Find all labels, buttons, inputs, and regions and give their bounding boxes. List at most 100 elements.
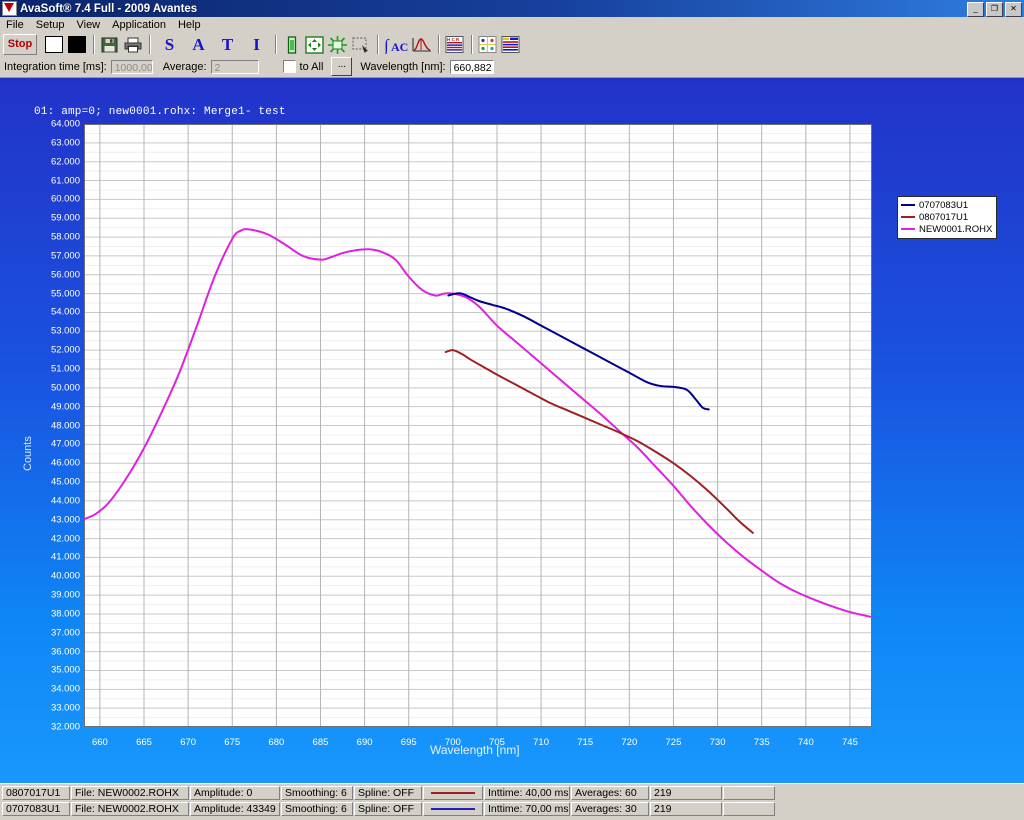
legend-label: 0807017U1: [919, 211, 969, 223]
title-bar: AvaSoft® 7.4 Full - 2009 Avantes _ ❐ ✕: [0, 0, 1024, 17]
wavelength-input[interactable]: 660,882: [449, 59, 494, 74]
y-tick-label: 42.000: [50, 533, 80, 545]
legend-item: 0707083U1: [901, 199, 992, 211]
x-tick-label: 675: [224, 737, 241, 748]
floppy-disk-icon: [101, 37, 118, 52]
status-id: 0807017U1: [2, 786, 70, 800]
menu-item-help[interactable]: Help: [172, 18, 207, 32]
menu-item-file[interactable]: File: [0, 18, 30, 32]
letter-t-icon: T: [221, 35, 234, 54]
y-tick-label: 38.000: [50, 608, 80, 620]
hcr-table-icon: H C R: [445, 36, 464, 53]
status-spline: Spline: OFF: [354, 802, 422, 816]
y-tick-label: 59.000: [50, 212, 80, 224]
y-tick-label: 48.000: [50, 420, 80, 431]
x-tick-label: 715: [577, 737, 594, 748]
scope-mode-button[interactable]: S: [159, 35, 180, 55]
toolbar-separator: [471, 35, 473, 54]
legend-item: NEW0001.ROHX: [901, 223, 992, 235]
x-tick-label: 670: [180, 737, 197, 748]
stop-button[interactable]: Stop: [3, 34, 37, 55]
more-options-button[interactable]: ...: [331, 57, 353, 76]
y-tick-label: 36.000: [50, 646, 80, 658]
chromaticity-icon: [478, 36, 497, 53]
printer-icon: [124, 37, 141, 52]
letter-s-icon: S: [164, 35, 175, 54]
x-tick-label: 700: [444, 737, 461, 748]
x-tick-label: 725: [665, 737, 682, 748]
to-all-label: to All: [299, 60, 324, 73]
status-amplitude: Amplitude: 0: [190, 786, 280, 800]
y-tick-label: 51.000: [50, 363, 80, 375]
y-tick-label: 45.000: [50, 476, 80, 488]
plot-canvas[interactable]: [83, 123, 872, 728]
y-tick-label: 39.000: [50, 589, 80, 601]
status-grid: 0807017U1 File: NEW0002.ROHX Amplitude: …: [0, 783, 1024, 820]
legend-line-swatch: [901, 228, 915, 230]
status-count: 219: [650, 786, 722, 800]
dark-reference-button[interactable]: [66, 35, 87, 55]
vial-icon: [287, 35, 296, 54]
window-controls: _ ❐ ✕: [967, 2, 1022, 17]
white-reference-button[interactable]: [43, 35, 64, 55]
status-inttime: Inttime: 70,00 ms: [484, 802, 570, 816]
history-channel-button[interactable]: H C R: [444, 35, 465, 55]
close-button[interactable]: ✕: [1005, 2, 1022, 17]
y-tick-label: 57.000: [50, 250, 80, 262]
transmittance-mode-button[interactable]: T: [217, 35, 238, 55]
print-button[interactable]: [122, 35, 143, 55]
x-tick-label: 745: [842, 737, 858, 748]
strip-chart-button[interactable]: [281, 35, 302, 55]
x-axis-label: Wavelength [nm]: [430, 743, 520, 757]
multichannel-button[interactable]: [500, 35, 521, 55]
y-tick-label: 60.000: [50, 193, 80, 205]
menu-item-setup[interactable]: Setup: [30, 18, 71, 32]
integration-time-input[interactable]: 1000,00: [110, 59, 153, 74]
peak-analysis-button[interactable]: [411, 35, 432, 55]
irradiance-mode-button[interactable]: I: [246, 35, 267, 55]
multi-table-icon: [501, 36, 520, 53]
letter-a-icon: A: [192, 35, 205, 54]
y-tick-label: 40.000: [50, 570, 80, 582]
y-tick-label: 53.000: [50, 325, 80, 337]
four-arrows-icon: [305, 35, 324, 54]
table-row[interactable]: 0807017U1 File: NEW0002.ROHX Amplitude: …: [2, 786, 1024, 800]
integrate-button[interactable]: ∫ AC: [383, 35, 409, 55]
window-title: AvaSoft® 7.4 Full - 2009 Avantes: [20, 2, 198, 15]
to-all-checkbox[interactable]: [282, 60, 296, 73]
y-tick-label: 62.000: [50, 156, 80, 168]
legend-item: 0807017U1: [901, 211, 992, 223]
y-tick-label: 32.000: [50, 721, 80, 733]
y-tick-label: 49.000: [50, 401, 80, 413]
zoom-reset-button[interactable]: [327, 35, 348, 55]
y-tick-label: 61.000: [50, 175, 80, 187]
x-tick-label: 730: [709, 737, 726, 748]
color-measurement-button[interactable]: [477, 35, 498, 55]
y-tick-label: 56.000: [50, 269, 80, 281]
dashed-rectangle-icon: [352, 36, 368, 53]
autoscale-button[interactable]: [304, 35, 325, 55]
black-square-icon: [67, 36, 86, 53]
y-tick-label: 43.000: [50, 514, 80, 526]
y-tick-label: 64.000: [50, 118, 80, 130]
parameter-toolbar: Integration time [ms]: 1000,00 Average: …: [0, 56, 1024, 78]
table-row[interactable]: 0707083U1 File: NEW0002.ROHX Amplitude: …: [2, 802, 1024, 816]
y-tick-label: 55.000: [50, 288, 80, 300]
menu-item-application[interactable]: Application: [106, 18, 172, 32]
rubber-band-zoom-button[interactable]: [350, 35, 371, 55]
menu-item-view[interactable]: View: [70, 18, 106, 32]
minimize-button[interactable]: _: [967, 2, 984, 17]
x-tick-label: 665: [136, 737, 152, 748]
restore-button[interactable]: ❐: [986, 2, 1003, 17]
y-tick-label: 37.000: [50, 627, 80, 639]
absorbance-mode-button[interactable]: A: [188, 35, 209, 55]
average-input[interactable]: 2: [210, 59, 259, 74]
y-tick-label: 63.000: [50, 137, 80, 149]
toolbar-separator: [93, 35, 95, 54]
x-tick-label: 720: [621, 737, 638, 748]
main-toolbar: Stop S A T I ∫ AC H C R: [0, 33, 1024, 56]
y-tick-label: 41.000: [50, 551, 80, 563]
save-button[interactable]: [99, 35, 120, 55]
legend-line-swatch: [901, 216, 915, 218]
chart-title: 01: amp=0; new0001.rohx: Merge1- test: [34, 106, 286, 118]
